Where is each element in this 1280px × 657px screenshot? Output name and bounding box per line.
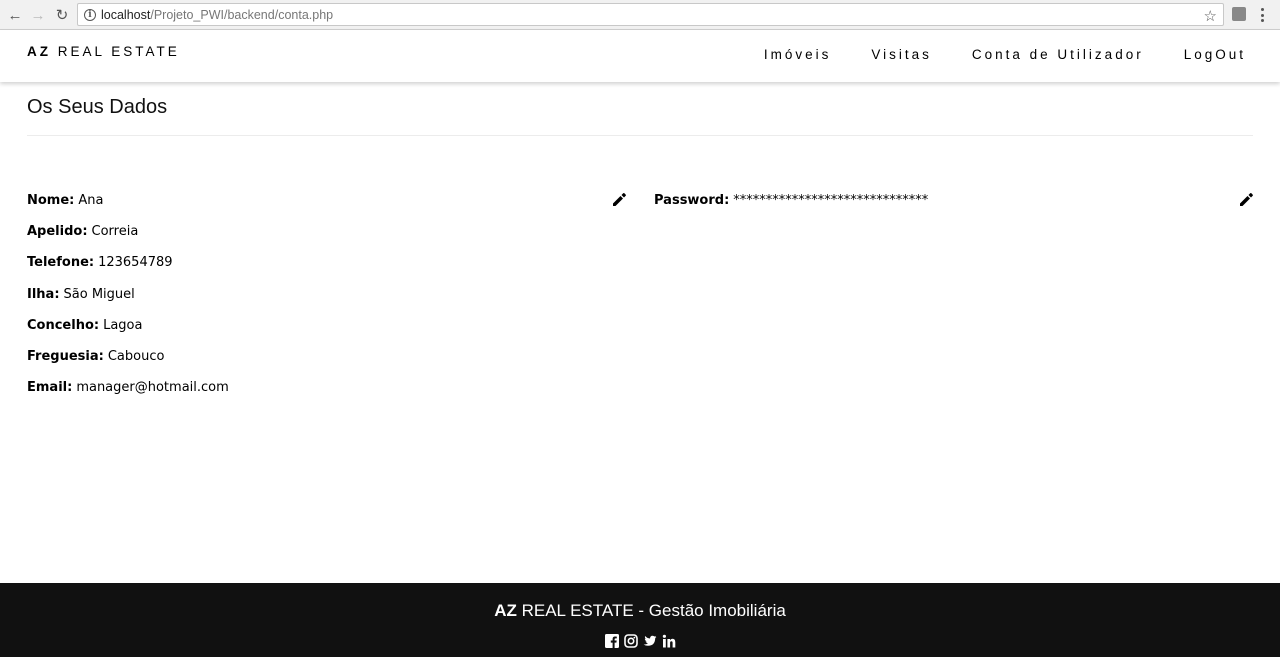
- facebook-icon[interactable]: [604, 634, 619, 648]
- field-label: Password:: [654, 193, 730, 208]
- field-password: Password: ******************************: [654, 190, 1234, 221]
- back-arrow-icon[interactable]: ←: [6, 6, 24, 24]
- main-nav: Imóveis Visitas Conta de Utilizador LogO…: [724, 47, 1246, 62]
- url-path: /Projeto_PWI/backend/conta.php: [150, 7, 334, 22]
- info-icon[interactable]: i: [84, 8, 96, 21]
- linkedin-icon[interactable]: [662, 634, 676, 648]
- instagram-icon[interactable]: [623, 634, 638, 648]
- page-title: Os Seus Dados: [27, 96, 168, 118]
- field-telefone: Telefone: 123654789: [27, 252, 627, 283]
- user-details: Nome: Ana Apelido: Correia Telefone: 123654…: [27, 190, 627, 408]
- title-divider: [27, 135, 1253, 136]
- edit-details-pencil-icon[interactable]: [611, 192, 627, 208]
- address-bar[interactable]: i localhost/Projeto_PWI/backend/conta.ph…: [77, 3, 1224, 26]
- nav-visitas[interactable]: Visitas: [871, 47, 932, 62]
- bookmark-star-icon[interactable]: ☆: [1204, 7, 1217, 25]
- field-value: São Miguel: [63, 286, 135, 302]
- field-value: manager@hotmail.com: [76, 380, 229, 396]
- field-value: ******************************: [733, 193, 929, 208]
- field-label: Email:: [27, 380, 73, 396]
- nav-imoveis[interactable]: Imóveis: [764, 47, 832, 62]
- site-footer: AZ REAL ESTATE - Gestão Imobiliária: [0, 583, 1280, 657]
- field-value: 123654789: [98, 255, 173, 271]
- site-header: AZ REAL ESTATE Imóveis Visitas Conta de …: [0, 30, 1280, 82]
- password-section: Password: ******************************: [654, 190, 1234, 221]
- field-value: Lagoa: [103, 317, 143, 333]
- field-label: Nome:: [27, 193, 75, 208]
- field-ilha: Ilha: São Miguel: [27, 284, 627, 315]
- field-label: Concelho:: [27, 317, 100, 333]
- edit-password-pencil-icon[interactable]: [1238, 192, 1254, 208]
- field-label: Apelido:: [27, 224, 88, 240]
- browser-toolbar: ← → ↻ i localhost/Projeto_PWI/backend/co…: [0, 0, 1280, 30]
- field-apelido: Apelido: Correia: [27, 221, 627, 252]
- forward-arrow-icon[interactable]: →: [29, 6, 47, 24]
- field-concelho: Concelho: Lagoa: [27, 315, 627, 346]
- field-value: Cabouco: [107, 348, 165, 364]
- field-label: Freguesia:: [27, 348, 104, 364]
- nav-conta-utilizador[interactable]: Conta de Utilizador: [972, 47, 1144, 62]
- nav-logout[interactable]: LogOut: [1184, 47, 1246, 62]
- field-value: Correia: [91, 224, 139, 240]
- twitter-icon[interactable]: [643, 634, 657, 648]
- footer-title: AZ REAL ESTATE - Gestão Imobiliária: [0, 601, 1280, 621]
- browser-menu-icon[interactable]: [1260, 6, 1264, 24]
- brand-bold: AZ: [27, 44, 51, 59]
- reload-icon[interactable]: ↻: [53, 6, 71, 24]
- url-host: localhost: [101, 7, 151, 22]
- footer-brand-bold: AZ: [494, 601, 517, 620]
- brand-rest: REAL ESTATE: [57, 44, 180, 59]
- social-links: [0, 634, 1280, 648]
- field-value: Ana: [78, 193, 104, 208]
- field-email: Email: manager@hotmail.com: [27, 377, 627, 408]
- field-label: Telefone:: [27, 255, 95, 271]
- field-freguesia: Freguesia: Cabouco: [27, 346, 627, 377]
- brand-logo[interactable]: AZ REAL ESTATE: [27, 44, 180, 59]
- extension-icon[interactable]: [1232, 7, 1246, 21]
- footer-title-text: REAL ESTATE - Gestão Imobiliária: [521, 601, 786, 620]
- field-label: Ilha:: [27, 286, 60, 302]
- field-nome: Nome: Ana: [27, 190, 627, 221]
